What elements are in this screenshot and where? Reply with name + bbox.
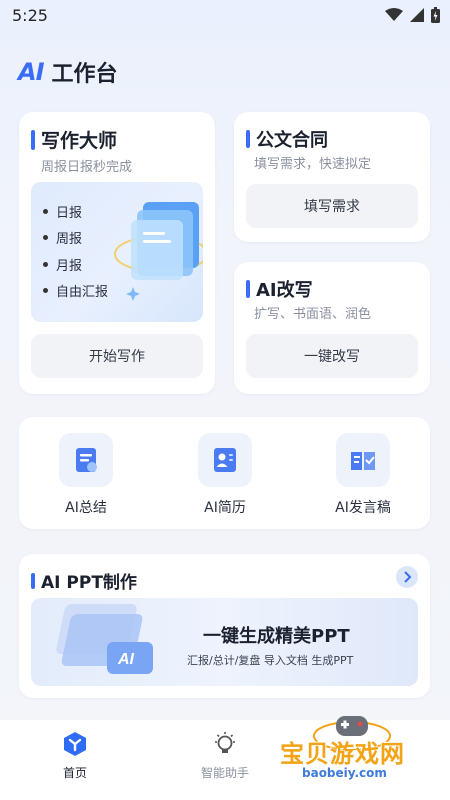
battery-icon xyxy=(431,7,440,23)
title-accent-bar xyxy=(246,280,250,298)
wifi-icon xyxy=(385,8,403,21)
fill-requirements-button[interactable]: 填写需求 xyxy=(246,184,418,228)
list-item[interactable]: 日报 xyxy=(43,198,108,225)
list-item[interactable]: 月报 xyxy=(43,251,108,278)
lightbulb-icon xyxy=(215,732,235,753)
home-icon xyxy=(64,732,86,756)
tool-icon-box xyxy=(59,433,113,487)
ppt-more-button[interactable] xyxy=(396,566,418,588)
writer-title-text: 写作大师 xyxy=(41,130,118,152)
title-accent-bar xyxy=(31,572,35,589)
watermark-text: 宝贝游戏网 xyxy=(280,740,405,768)
tool-icon-box xyxy=(336,433,390,487)
tool-ai-summary[interactable]: AI总结 xyxy=(36,433,136,517)
writer-type-list: 日报 周报 月报 自由汇报 xyxy=(43,198,108,304)
ppt-illustration-icon: AI xyxy=(56,604,153,674)
bullet-icon xyxy=(43,235,48,241)
chevron-right-icon xyxy=(404,571,412,583)
ppt-tags: 汇报/总计/复盘 导入文档 生成PPT xyxy=(187,654,354,667)
tool-icon-box xyxy=(198,433,252,487)
writer-subtitle: 周报日报秒完成 xyxy=(41,160,133,175)
status-icons xyxy=(385,7,440,23)
ppt-card[interactable]: AI PPT制作 AI 一键生成精美PPT 汇报/总计/复盘 导入文档 生成PP… xyxy=(19,554,430,698)
docs-title-text: 公文合同 xyxy=(256,130,328,151)
speech-icon xyxy=(351,452,375,470)
ppt-headline: 一键生成精美PPT xyxy=(203,626,350,647)
status-time: 5:25 xyxy=(12,6,48,25)
bullet-icon xyxy=(43,261,48,267)
start-writing-button[interactable]: 开始写作 xyxy=(31,334,203,378)
writer-preview-panel: 日报 周报 月报 自由汇报 xyxy=(31,182,203,322)
status-bar: 5:25 xyxy=(0,0,450,34)
tool-label: AI发言稿 xyxy=(335,500,391,516)
writer-title: 写作大师 xyxy=(31,126,117,153)
docs-card[interactable]: 公文合同 填写需求，快速拟定 填写需求 xyxy=(234,112,430,242)
one-click-rewrite-button[interactable]: 一键改写 xyxy=(246,334,418,378)
app-logo: AI xyxy=(18,58,44,86)
tool-ai-resume[interactable]: AI简历 xyxy=(175,433,275,517)
nav-label: 首页 xyxy=(62,766,87,780)
list-item[interactable]: 自由汇报 xyxy=(43,278,108,305)
ppt-title-text: AI PPT制作 xyxy=(41,573,137,593)
nav-item-assistant[interactable]: 智能助手 xyxy=(175,730,275,781)
title-accent-bar xyxy=(246,130,250,148)
watermark-url: baobeiy.com xyxy=(302,766,387,780)
nav-label: 智能助手 xyxy=(200,766,249,780)
bullet-icon xyxy=(43,288,48,294)
tool-ai-speech[interactable]: AI发言稿 xyxy=(313,433,413,517)
app-header: AI 工作台 xyxy=(18,56,118,88)
docs-title: 公文合同 xyxy=(246,126,328,152)
writer-card[interactable]: 写作大师 周报日报秒完成 日报 周报 月报 自由汇报 开始写作 xyxy=(19,112,215,394)
page-title: 工作台 xyxy=(51,62,118,87)
signal-icon xyxy=(410,8,424,22)
folder-illustration-icon xyxy=(114,202,203,301)
list-item[interactable]: 周报 xyxy=(43,225,108,252)
rewrite-title-text: AI改写 xyxy=(256,280,313,301)
rewrite-title: AI改写 xyxy=(246,276,313,302)
title-accent-bar xyxy=(31,129,35,150)
watermark: 宝贝游戏网 baobeiy.com xyxy=(272,712,422,798)
tool-label: AI简历 xyxy=(204,500,246,516)
tool-label: AI总结 xyxy=(65,500,107,516)
rewrite-card[interactable]: AI改写 扩写、书面语、润色 一键改写 xyxy=(234,262,430,394)
rewrite-subtitle: 扩写、书面语、润色 xyxy=(254,307,372,322)
docs-subtitle: 填写需求，快速拟定 xyxy=(254,157,372,172)
nav-item-home[interactable]: 首页 xyxy=(25,730,125,781)
tools-card: AI总结 AI简历 AI发言稿 xyxy=(19,417,430,529)
ppt-title: AI PPT制作 xyxy=(31,568,137,593)
ppt-banner[interactable]: AI 一键生成精美PPT 汇报/总计/复盘 导入文档 生成PPT xyxy=(31,598,418,686)
resume-icon xyxy=(214,448,236,472)
bullet-icon xyxy=(43,208,48,214)
summary-icon xyxy=(76,448,97,472)
ppt-badge: AI xyxy=(117,651,135,668)
